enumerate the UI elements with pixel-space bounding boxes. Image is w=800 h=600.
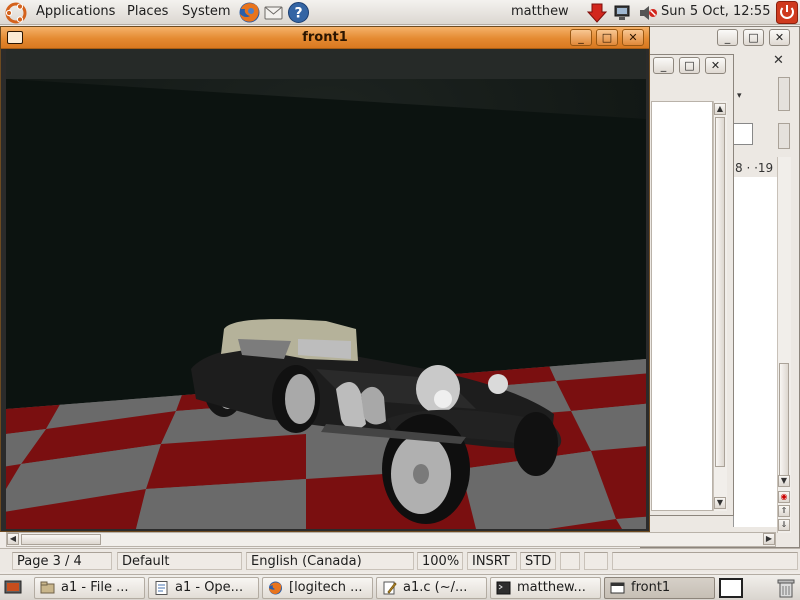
scroll-down-arrow-icon[interactable]: ▼ [778,475,790,487]
front1-window: front1 _ □ ✕ [0,26,650,532]
task-label: matthew... [517,580,586,595]
system-menu[interactable]: System [182,4,230,19]
page-up-icon[interactable]: ⇑ [778,505,790,517]
background-editor-window: _ □ ✕ ▾ ▲ ▼ [646,54,742,516]
folder-icon [40,581,55,594]
help-launcher-icon[interactable]: ? [287,1,310,24]
dropdown-arrow-icon[interactable]: ▾ [737,91,742,101]
task-label: [logitech ... [289,580,363,595]
horizontal-scrollbar[interactable]: ◀ ▶ [6,532,776,547]
bg-maximize-button[interactable]: □ [743,29,764,46]
opengl-viewport[interactable] [6,49,646,529]
network-icon[interactable] [612,3,632,23]
hub-center [413,464,429,484]
scroll-down-arrow-icon[interactable]: ▼ [714,497,726,509]
minimize-button[interactable]: _ [570,29,592,46]
headlight [434,390,452,408]
ubuntu-logo-icon[interactable] [5,2,27,24]
headlight [488,374,508,394]
close-button[interactable]: ✕ [622,29,644,46]
bg2-maximize-button[interactable]: □ [679,57,700,74]
scrollbar-thumb[interactable] [779,363,789,483]
page-down-icon[interactable]: ⇓ [778,519,790,531]
task-label: front1 [631,580,671,595]
writer-statusbar: Page 3 / 4 Default English (Canada) 100%… [0,548,800,572]
document-page[interactable] [733,177,780,527]
styles-list-icon[interactable] [733,123,753,145]
bg-doc-close-icon[interactable]: ✕ [773,53,784,68]
middle-hubcap [285,374,315,424]
window-titlebar[interactable]: front1 _ □ ✕ [1,27,649,49]
scroll-right-arrow-icon[interactable]: ▶ [763,533,775,545]
ruler: 8 · ·19 [735,161,774,175]
selection-mode[interactable]: STD [520,552,556,570]
text-editor-icon [383,581,397,595]
clock[interactable]: Sun 5 Oct, 12:55 [661,4,770,19]
maximize-button[interactable]: □ [596,29,618,46]
window-icon [610,582,625,594]
mail-launcher-icon[interactable] [262,1,285,24]
firefox-launcher-icon[interactable] [238,1,261,24]
show-desktop-icon[interactable] [4,579,22,596]
power-icon[interactable] [776,1,798,24]
task-terminal[interactable]: matthew... [490,577,601,599]
h-scrollbar-thumb[interactable] [21,534,101,545]
scroll-up-arrow-icon[interactable]: ▲ [714,103,726,115]
scroll-left-arrow-icon[interactable]: ◀ [7,533,19,545]
bottom-panel: a1 - File ... a1 - Ope... [logitech ... … [0,574,800,600]
task-file-browser[interactable]: a1 - File ... [34,577,145,599]
task-label: a1 - File ... [61,580,129,595]
bg2-close-button[interactable]: ✕ [705,57,726,74]
update-notifier-icon[interactable] [586,2,608,24]
terminal-icon [496,581,511,595]
language-indicator[interactable]: English (Canada) [246,552,414,570]
dropdown-button[interactable] [778,123,790,149]
scrollbar-thumb[interactable] [715,117,725,467]
rendered-scene [6,49,646,529]
prev-page-icon[interactable]: ◉ [778,491,790,503]
task-front1[interactable]: front1 [604,577,715,599]
user-switcher[interactable]: matthew [511,4,569,19]
workspace-switcher[interactable] [719,578,743,598]
editor-text-area[interactable] [651,101,713,511]
zoom-level[interactable]: 100% [417,552,463,570]
insert-mode[interactable]: INSRT [467,552,517,570]
task-openoffice[interactable]: a1 - Ope... [148,577,259,599]
page-indicator[interactable]: Page 3 / 4 [12,552,112,570]
front-right-wheel [514,412,558,476]
trash-icon[interactable] [776,577,796,599]
dropdown-button[interactable] [778,77,790,111]
task-firefox[interactable]: [logitech ... [262,577,373,599]
places-menu[interactable]: Places [127,4,168,19]
task-label: a1 - Ope... [175,580,244,595]
svg-text:?: ? [294,6,302,22]
task-text-editor[interactable]: a1.c (~/... [376,577,487,599]
object-info [612,552,798,570]
document-modified[interactable] [560,552,580,570]
window-title: front1 [302,30,348,45]
firefox-icon [269,581,282,595]
top-panel: Applications Places System ? matthew Sun… [0,0,800,25]
bg-close-button[interactable]: ✕ [769,29,790,46]
applications-menu[interactable]: Applications [36,4,115,19]
bg-minimize-button[interactable]: _ [717,29,738,46]
volume-muted-icon[interactable] [638,3,658,23]
page-style[interactable]: Default [117,552,242,570]
digital-signature[interactable] [584,552,608,570]
task-label: a1.c (~/... [403,580,468,595]
bg2-minimize-button[interactable]: _ [653,57,674,74]
document-icon [155,581,168,595]
